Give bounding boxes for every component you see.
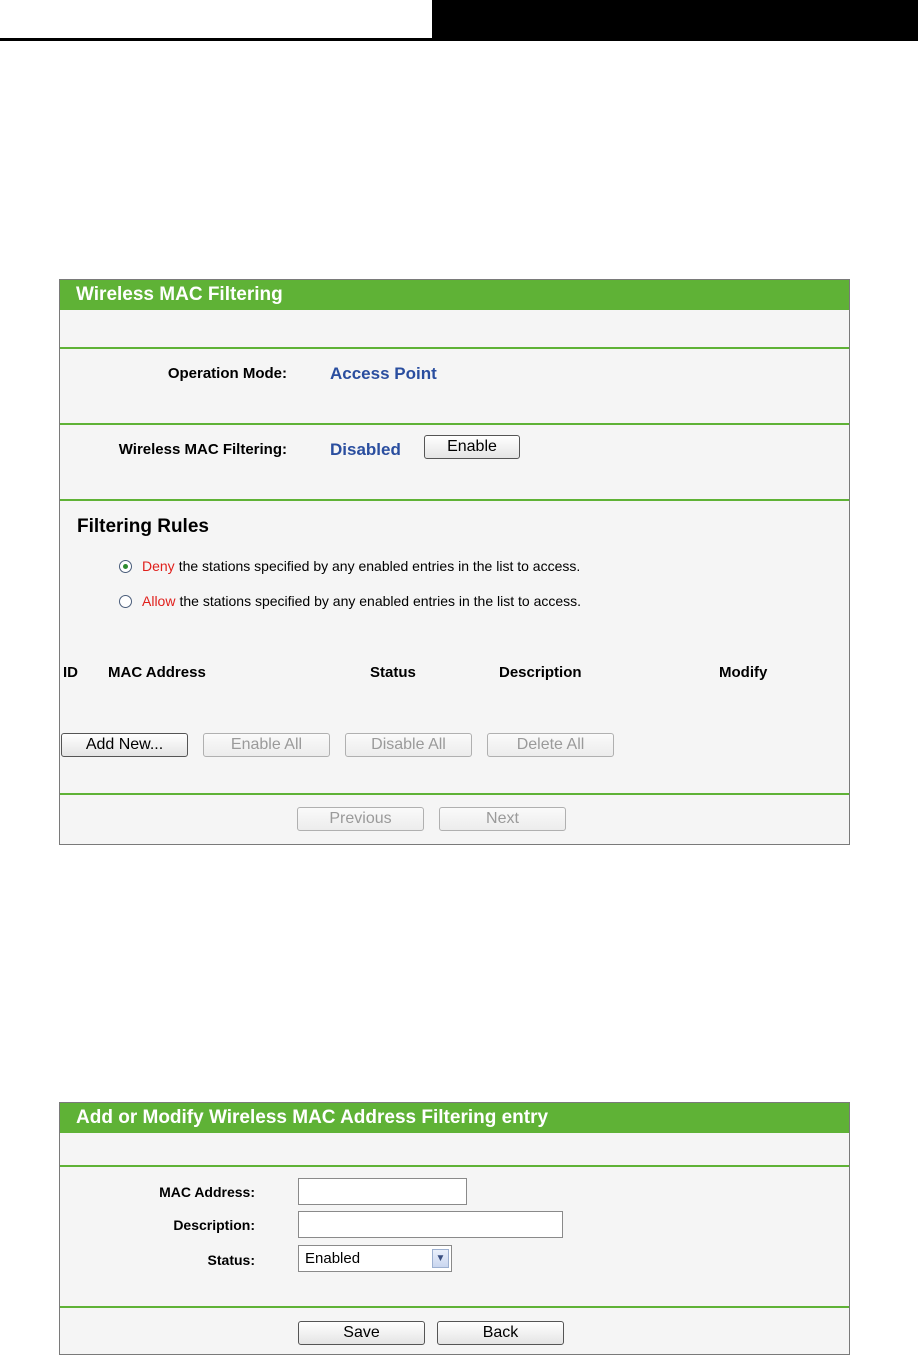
status-label: Status: bbox=[207, 1252, 255, 1268]
divider bbox=[60, 793, 849, 795]
allow-radio[interactable] bbox=[119, 594, 132, 608]
wireless-mac-filtering-panel: Wireless MAC Filtering Operation Mode: A… bbox=[59, 279, 850, 845]
mac-filtering-label: Wireless MAC Filtering: bbox=[118, 441, 287, 458]
description-input[interactable] bbox=[298, 1211, 563, 1238]
enable-all-button[interactable]: Enable All bbox=[203, 733, 330, 757]
allow-keyword: Allow bbox=[142, 593, 176, 609]
panel-title: Add or Modify Wireless MAC Address Filte… bbox=[60, 1103, 849, 1133]
mac-address-input[interactable] bbox=[298, 1178, 467, 1205]
page-header-line bbox=[0, 38, 432, 41]
panel-title: Wireless MAC Filtering bbox=[60, 280, 849, 310]
divider bbox=[60, 499, 849, 501]
column-header-description: Description bbox=[499, 664, 582, 681]
deny-radio[interactable] bbox=[119, 559, 132, 573]
allow-rule-text: the stations specified by any enabled en… bbox=[179, 593, 582, 609]
delete-all-button[interactable]: Delete All bbox=[487, 733, 614, 757]
column-header-id: ID bbox=[63, 664, 78, 681]
disable-all-button[interactable]: Disable All bbox=[345, 733, 472, 757]
deny-keyword: Deny bbox=[142, 558, 175, 574]
save-button[interactable]: Save bbox=[298, 1321, 425, 1345]
column-header-modify: Modify bbox=[719, 664, 768, 681]
enable-button[interactable]: Enable bbox=[424, 435, 520, 459]
add-new-button[interactable]: Add New... bbox=[61, 733, 188, 757]
filtering-rules-title: Filtering Rules bbox=[77, 516, 209, 537]
deny-rule-option[interactable]: Deny the stations specified by any enabl… bbox=[119, 558, 580, 574]
operation-mode-label: Operation Mode: bbox=[167, 365, 287, 382]
status-select[interactable]: Enabled ▼ bbox=[298, 1245, 452, 1272]
column-header-status: Status bbox=[370, 664, 416, 681]
deny-rule-text: the stations specified by any enabled en… bbox=[178, 558, 581, 574]
column-header-mac-address: MAC Address bbox=[108, 664, 206, 681]
chevron-down-icon[interactable]: ▼ bbox=[432, 1249, 449, 1268]
description-label: Description: bbox=[173, 1217, 255, 1233]
status-select-value: Enabled bbox=[305, 1250, 361, 1267]
operation-mode-value: Access Point bbox=[330, 364, 437, 383]
divider bbox=[60, 1306, 849, 1308]
add-modify-entry-panel: Add or Modify Wireless MAC Address Filte… bbox=[59, 1102, 850, 1355]
next-button[interactable]: Next bbox=[439, 807, 566, 831]
mac-address-label: MAC Address: bbox=[159, 1184, 255, 1200]
divider bbox=[60, 423, 849, 425]
page-header-bar bbox=[432, 0, 918, 41]
back-button[interactable]: Back bbox=[437, 1321, 564, 1345]
previous-button[interactable]: Previous bbox=[297, 807, 424, 831]
mac-filtering-status: Disabled bbox=[330, 440, 401, 459]
divider bbox=[60, 1165, 849, 1167]
allow-rule-option[interactable]: Allow the stations specified by any enab… bbox=[119, 593, 581, 609]
divider bbox=[60, 347, 849, 349]
